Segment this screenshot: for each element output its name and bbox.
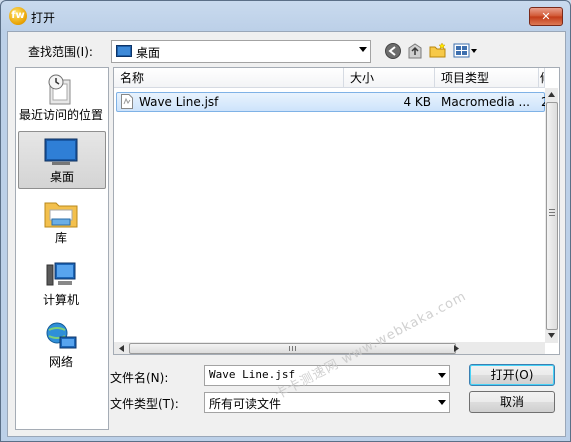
place-label: 库 (54, 231, 67, 245)
place-label: 网络 (48, 355, 73, 369)
file-name: Wave Line.jsf (139, 95, 219, 109)
place-desktop[interactable]: 桌面 (18, 131, 106, 189)
dialog-client-area: 查找范围(I): 桌面 最近访问的位置 桌面 库 计算机 网络 名称 大小 项目… (7, 31, 566, 437)
place-libraries[interactable]: 库 (18, 193, 104, 249)
file-list[interactable]: 名称 大小 项目类型 修 Wave Line.jsf 4 KB Macromed… (113, 67, 560, 355)
file-icon (121, 94, 133, 109)
filetype-dropdown[interactable]: 所有可读文件 (204, 392, 450, 413)
fireworks-app-icon: fw (9, 7, 27, 25)
scroll-left-icon[interactable] (119, 345, 124, 352)
vertical-scrollbar[interactable] (545, 88, 558, 343)
lookin-value: 桌面 (136, 46, 161, 60)
horizontal-scrollbar[interactable] (114, 342, 545, 354)
place-computer[interactable]: 计算机 (18, 255, 104, 311)
column-header-type[interactable]: 项目类型 (435, 68, 539, 88)
computer-icon (46, 262, 76, 286)
cancel-button[interactable]: 取消 (469, 391, 555, 413)
column-header-size[interactable]: 大小 (344, 68, 435, 88)
filename-label: 文件名(N): (110, 371, 169, 385)
place-label: 桌面 (49, 170, 74, 184)
place-label: 计算机 (42, 293, 79, 307)
place-label: 最近访问的位置 (18, 108, 103, 122)
close-button[interactable]: ✕ (529, 7, 563, 26)
place-recent[interactable]: 最近访问的位置 (18, 70, 104, 126)
network-icon (46, 322, 77, 349)
lookin-dropdown[interactable]: 桌面 (111, 40, 371, 63)
desktop-small-icon (116, 45, 132, 57)
library-icon (44, 202, 78, 228)
back-icon[interactable] (384, 42, 402, 60)
filetype-label: 文件类型(T): (110, 397, 179, 411)
scroll-right-icon[interactable] (454, 345, 459, 352)
open-dialog-window: fw 打开 ✕ 查找范围(I): 桌面 最近访问的位置 桌面 库 计算机 网络 … (0, 0, 571, 442)
window-title: 打开 (31, 11, 56, 25)
places-bar: 最近访问的位置 桌面 库 计算机 网络 (15, 67, 109, 430)
file-size: 4 KB (403, 95, 431, 109)
up-folder-icon[interactable] (406, 42, 424, 60)
column-header-name[interactable]: 名称 (114, 68, 344, 88)
desktop-icon (44, 138, 78, 165)
chevron-down-icon[interactable] (359, 47, 367, 52)
lookin-label: 查找范围(I): (28, 45, 93, 59)
title-bar[interactable]: fw 打开 ✕ (1, 1, 570, 31)
view-menu-icon[interactable] (453, 42, 479, 60)
chevron-down-icon[interactable] (438, 400, 446, 405)
hscroll-thumb[interactable] (129, 343, 456, 354)
scroll-down-icon[interactable] (548, 333, 555, 338)
file-row[interactable]: Wave Line.jsf 4 KB Macromedia ... 2 (116, 92, 545, 112)
filetype-value: 所有可读文件 (209, 397, 282, 411)
file-type: Macromedia ... (441, 95, 530, 109)
column-header-modified[interactable]: 修 (539, 68, 545, 88)
new-folder-icon[interactable] (429, 42, 447, 60)
scroll-up-icon[interactable] (548, 92, 555, 97)
recent-places-icon (48, 74, 71, 105)
place-network[interactable]: 网络 (18, 317, 104, 373)
chevron-down-icon[interactable] (438, 373, 446, 378)
open-button[interactable]: 打开(O) (469, 364, 555, 386)
scroll-thumb[interactable] (546, 102, 558, 330)
